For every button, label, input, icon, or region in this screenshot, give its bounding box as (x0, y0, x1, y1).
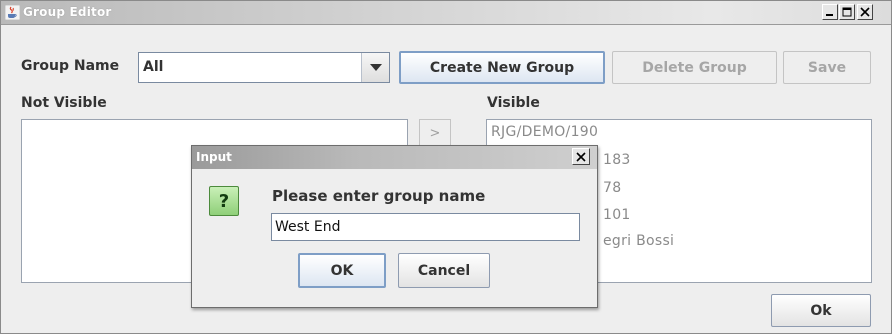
group-name-combobox[interactable]: All (138, 52, 390, 83)
list-item[interactable]: 101 (603, 207, 631, 223)
dialog-cancel-button[interactable]: Cancel (398, 253, 490, 288)
dialog-close-button[interactable] (572, 148, 590, 165)
maximize-button[interactable] (839, 4, 855, 20)
close-button[interactable] (857, 4, 873, 20)
minimize-button[interactable] (822, 4, 838, 20)
list-item[interactable]: 78 (603, 180, 621, 196)
delete-group-button[interactable]: Delete Group (612, 51, 777, 84)
list-item[interactable]: 183 (603, 152, 631, 168)
list-item[interactable]: egri Bossi (603, 233, 674, 249)
not-visible-label: Not Visible (21, 95, 107, 111)
save-button[interactable]: Save (783, 51, 871, 84)
dialog-title: Input (196, 150, 232, 164)
move-right-button[interactable]: > (419, 119, 451, 147)
maximize-icon (842, 7, 852, 17)
group-name-label: Group Name (21, 58, 120, 74)
window-title: Group Editor (23, 5, 112, 19)
dialog-ok-button[interactable]: OK (298, 253, 386, 288)
minimize-icon (826, 14, 833, 16)
combobox-arrow-button[interactable] (361, 53, 389, 82)
create-new-group-button[interactable]: Create New Group (399, 51, 605, 84)
group-name-input[interactable] (271, 213, 580, 241)
list-item[interactable]: RJG/DEMO/190 (491, 124, 598, 140)
title-bar[interactable]: Group Editor (1, 1, 891, 25)
chevron-down-icon (369, 63, 382, 71)
visible-label: Visible (487, 95, 540, 111)
group-name-value: All (143, 59, 164, 75)
input-dialog: Input ? Please enter group name OK Cance… (191, 145, 598, 308)
question-icon: ? (209, 186, 239, 216)
close-icon (860, 7, 870, 17)
dialog-message: Please enter group name (272, 187, 486, 205)
ok-button[interactable]: Ok (771, 294, 871, 327)
close-icon (576, 151, 586, 162)
dialog-title-bar[interactable]: Input (192, 146, 597, 169)
java-cup-icon (5, 5, 20, 20)
